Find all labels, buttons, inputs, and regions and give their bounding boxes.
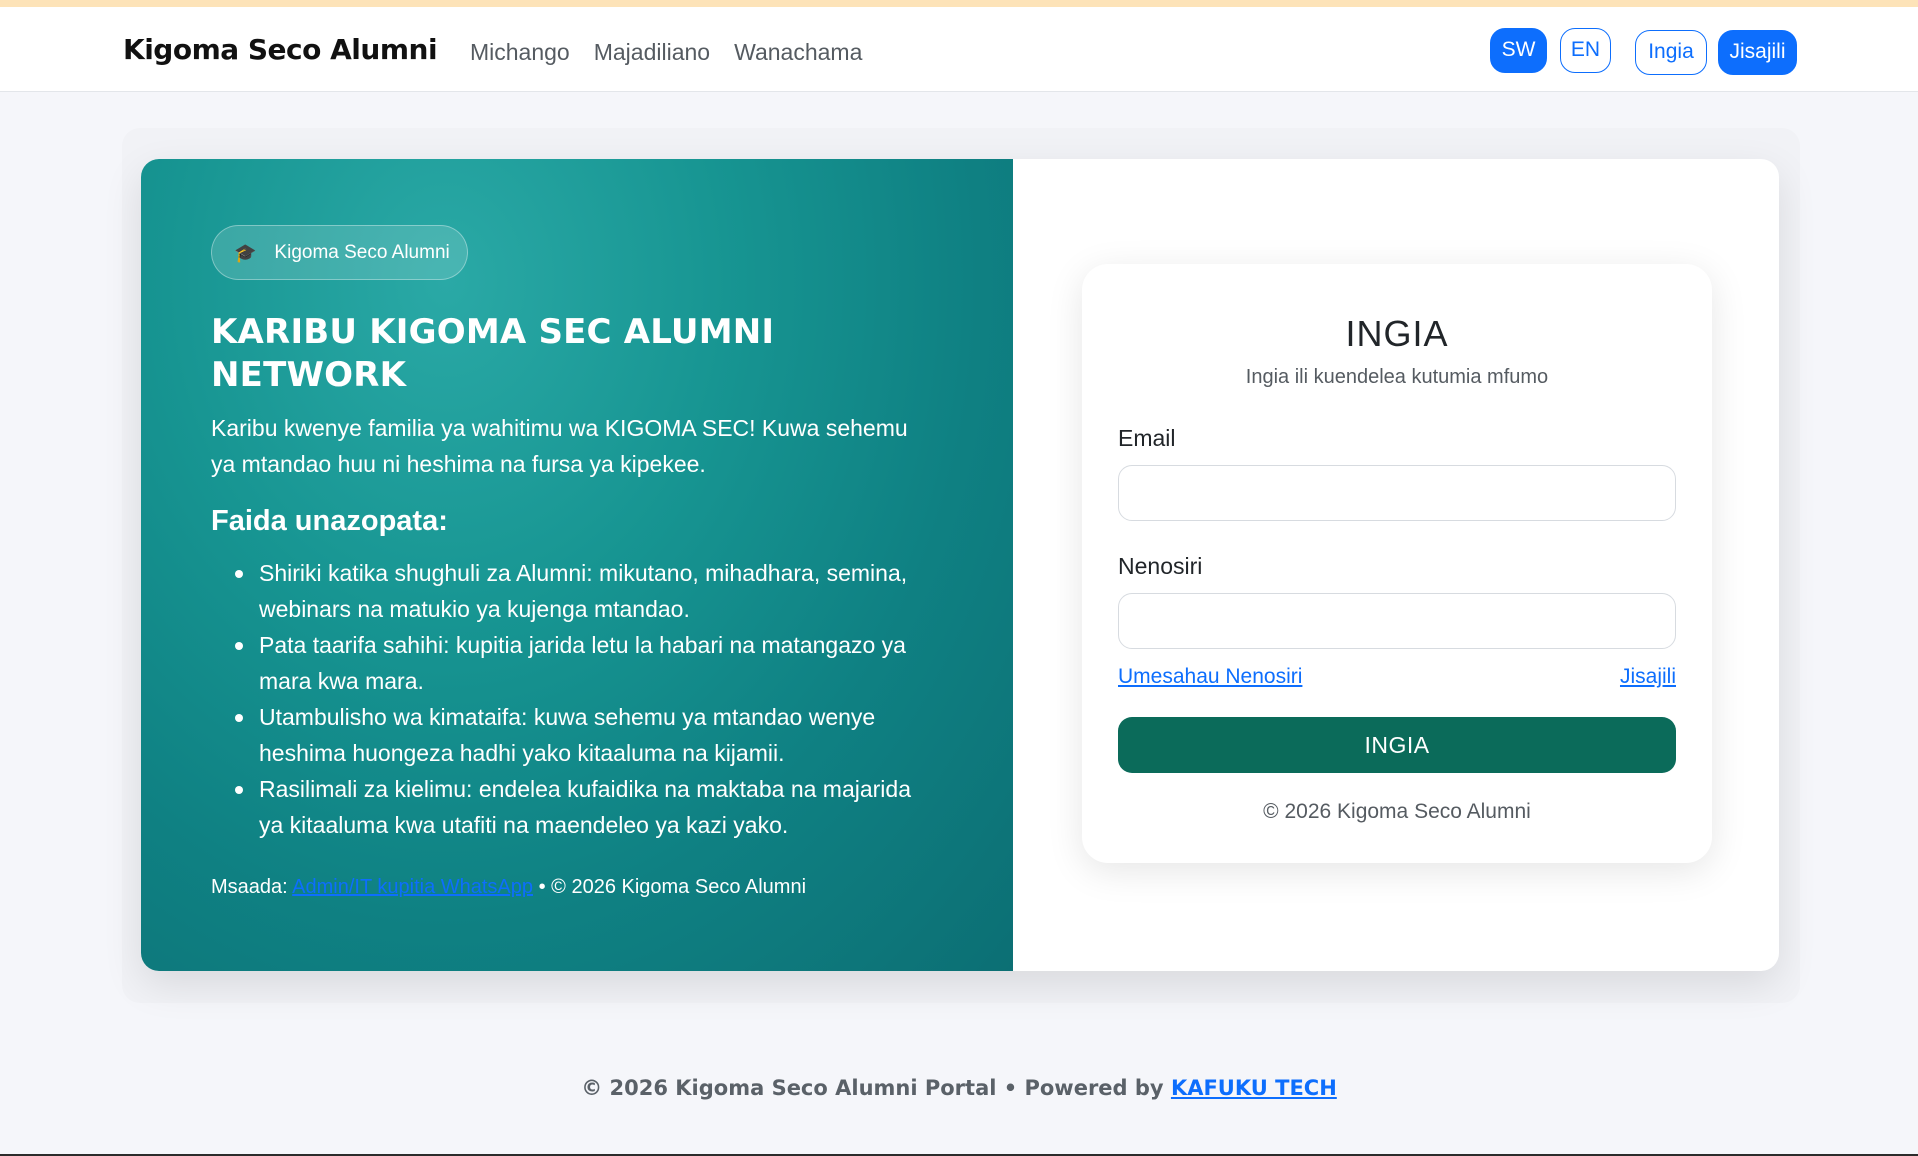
- login-submit-button[interactable]: INGIA: [1118, 717, 1676, 773]
- password-field[interactable]: [1118, 593, 1676, 649]
- brand-logo-text[interactable]: Kigoma Seco Alumni: [123, 33, 438, 66]
- nav-login-button[interactable]: Ingia: [1635, 30, 1707, 75]
- nav-link-wanachama[interactable]: Wanachama: [734, 39, 862, 66]
- welcome-intro: Karibu kwenye familia ya wahitimu wa KIG…: [211, 415, 908, 477]
- benefits-heading: Faida unazopata:: [211, 505, 448, 537]
- support-line: Msaada: Admin/IT kupitia WhatsApp • © 20…: [211, 876, 806, 899]
- login-title: INGIA: [1345, 313, 1449, 354]
- language-sw-button[interactable]: SW: [1490, 28, 1547, 73]
- nav-link-michango[interactable]: Michango: [470, 39, 570, 66]
- nav-link-majadiliano[interactable]: Majadiliano: [594, 39, 710, 66]
- language-en-button[interactable]: EN: [1560, 28, 1611, 73]
- top-navbar: Kigoma Seco Alumni Michango Majadiliano …: [0, 7, 1918, 92]
- benefit-item: Shiriki katika shughuli za Alumni: mikut…: [211, 555, 941, 627]
- whatsapp-support-link[interactable]: Admin/IT kupitia WhatsApp: [292, 876, 533, 898]
- brand-badge-label: Kigoma Seco Alumni: [274, 241, 450, 263]
- forgot-password-link[interactable]: Umesahau Nenosiri: [1118, 665, 1302, 689]
- benefits-list: Shiriki katika shughuli za Alumni: mikut…: [211, 555, 941, 843]
- email-label: Email: [1118, 425, 1176, 451]
- benefit-item: Utambulisho wa kimataifa: kuwa sehemu ya…: [211, 699, 941, 771]
- hero-copyright: • © 2026 Kigoma Seco Alumni: [538, 876, 807, 898]
- register-link[interactable]: Jisajili: [1620, 665, 1676, 689]
- benefit-item: Rasilimali za kielimu: endelea kufaidika…: [211, 771, 941, 843]
- password-label: Nenosiri: [1118, 553, 1203, 579]
- brand-badge: 🎓 Kigoma Seco Alumni: [211, 225, 468, 280]
- page-footer: © 2026 Kigoma Seco Alumni Portal • Power…: [0, 1076, 1918, 1100]
- main-nav: Michango Majadiliano Wanachama: [470, 39, 862, 66]
- top-accent-strip: [0, 0, 1918, 7]
- welcome-title: KARIBU KIGOMA SEC ALUMNI NETWORK: [211, 312, 775, 395]
- support-label: Msaada:: [211, 876, 288, 898]
- email-field[interactable]: [1118, 465, 1676, 521]
- login-form: INGIA Ingia ili kuendelea kutumia mfumo …: [1082, 264, 1712, 863]
- kafuku-tech-link[interactable]: KAFUKU TECH: [1171, 1076, 1337, 1100]
- login-copyright: © 2026 Kigoma Seco Alumni: [1263, 800, 1531, 823]
- auth-card: 🎓 Kigoma Seco Alumni KARIBU KIGOMA SEC A…: [141, 159, 1779, 971]
- login-subtitle: Ingia ili kuendelea kutumia mfumo: [1245, 366, 1549, 388]
- footer-text: © 2026 Kigoma Seco Alumni Portal • Power…: [581, 1076, 1164, 1100]
- graduation-cap-icon: 🎓: [234, 242, 257, 263]
- welcome-panel: 🎓 Kigoma Seco Alumni KARIBU KIGOMA SEC A…: [141, 159, 1013, 971]
- nav-register-button[interactable]: Jisajili: [1718, 30, 1797, 75]
- benefit-item: Pata taarifa sahihi: kupitia jarida letu…: [211, 627, 941, 699]
